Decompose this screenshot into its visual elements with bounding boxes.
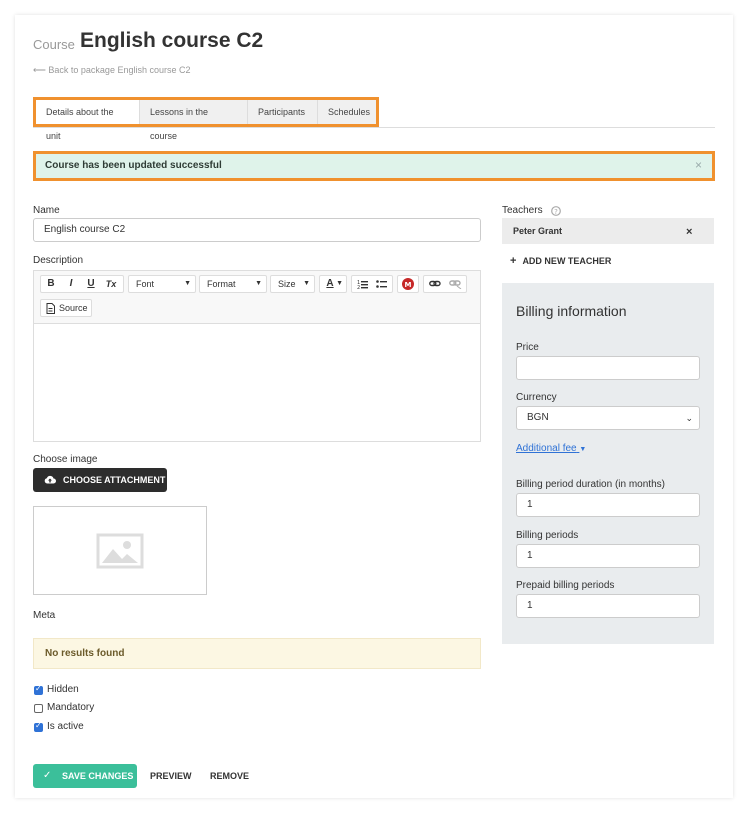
name-input[interactable]: English course C2 — [33, 218, 481, 242]
underline-button[interactable]: U — [84, 276, 98, 292]
svg-text:2: 2 — [357, 285, 360, 289]
numbered-list-icon[interactable]: 1 2 — [357, 279, 369, 289]
back-link[interactable]: ⟵ Back to package English course C2 — [33, 65, 190, 76]
tab-details[interactable]: Details about the unit — [36, 100, 140, 124]
remove-button[interactable]: REMOVE — [210, 771, 249, 781]
page-title: English course C2 — [80, 29, 263, 53]
chevron-down-icon: ▼ — [303, 276, 310, 292]
prepaid-periods-input[interactable]: 1 — [516, 594, 700, 618]
tab-schedules[interactable]: Schedules — [318, 100, 376, 124]
prepaid-periods-label: Prepaid billing periods — [516, 580, 614, 591]
tab-participants[interactable]: Participants — [248, 100, 318, 124]
image-placeholder-icon — [96, 533, 144, 569]
svg-text:M: M — [405, 281, 412, 289]
currency-select[interactable]: BGN ⌄ — [516, 406, 700, 430]
list-group: 1 2 — [351, 275, 393, 293]
choose-image-label: Choose image — [33, 454, 97, 465]
is-active-checkbox[interactable] — [34, 723, 43, 732]
format-dropdown[interactable]: Format ▼ — [199, 275, 267, 293]
caret-down-icon: ▼ — [579, 446, 586, 453]
check-icon: ✓ — [43, 764, 51, 788]
source-button-label: Source — [59, 303, 88, 313]
billing-duration-input[interactable]: 1 — [516, 493, 700, 517]
format-dropdown-label: Format — [207, 279, 236, 289]
plugin-button[interactable]: M — [397, 275, 419, 293]
meta-label: Meta — [33, 610, 55, 621]
add-new-teacher-label: ADD NEW TEACHER — [522, 256, 611, 266]
text-color-button[interactable]: A ▼ — [319, 275, 347, 293]
page-title-prefix: Course — [33, 37, 75, 52]
tab-bar: Details about the unit Lessons in the co… — [36, 100, 376, 124]
billing-duration-label: Billing period duration (in months) — [516, 479, 665, 490]
save-changes-label: SAVE CHANGES — [62, 764, 133, 788]
mandatory-label: Mandatory — [47, 702, 94, 713]
additional-fee-toggle[interactable]: Additional fee ▼ — [516, 443, 586, 454]
size-dropdown-label: Size — [278, 279, 296, 289]
teacher-name: Peter Grant — [513, 226, 562, 236]
font-dropdown-label: Font — [136, 279, 154, 289]
plugin-logo-icon: M — [402, 278, 414, 290]
text-color-icon: A — [323, 276, 337, 292]
source-button[interactable]: Source — [40, 299, 92, 317]
currency-label: Currency — [516, 392, 557, 403]
price-input[interactable] — [516, 356, 700, 380]
chevron-down-icon: ▼ — [336, 276, 343, 292]
description-label: Description — [33, 255, 83, 266]
remove-teacher-icon[interactable]: × — [686, 226, 692, 238]
chevron-down-icon: ⌄ — [685, 407, 693, 429]
additional-fee-label: Additional fee — [516, 443, 577, 454]
unlink-icon[interactable] — [449, 280, 462, 289]
italic-button[interactable]: I — [64, 276, 78, 292]
teachers-label: Teachers — [502, 205, 543, 216]
meta-empty-message: No results found — [45, 648, 124, 659]
save-changes-button[interactable]: ✓ SAVE CHANGES — [33, 764, 137, 788]
editor-toolbar: B I U Tx Font ▼ Format ▼ Size ▼ A ▼ 1 2 — [34, 271, 480, 324]
font-dropdown[interactable]: Font ▼ — [128, 275, 196, 293]
bold-button[interactable]: B — [44, 276, 58, 292]
basic-styles-group: B I U Tx — [40, 275, 124, 293]
chevron-down-icon: ▼ — [184, 276, 191, 292]
billing-periods-label: Billing periods — [516, 530, 578, 541]
currency-value: BGN — [527, 412, 549, 423]
preview-button[interactable]: PREVIEW — [150, 771, 192, 781]
price-label: Price — [516, 342, 539, 353]
billing-periods-input[interactable]: 1 — [516, 544, 700, 568]
name-label: Name — [33, 205, 60, 216]
link-icon[interactable] — [429, 280, 441, 288]
image-preview — [33, 506, 207, 595]
bullet-list-icon[interactable] — [376, 279, 388, 289]
alert-close-icon[interactable]: × — [695, 158, 702, 172]
help-icon[interactable]: ? — [551, 206, 561, 216]
choose-attachment-button[interactable]: CHOOSE ATTACHMENT — [33, 468, 167, 492]
plus-icon: + — [510, 255, 516, 267]
add-new-teacher-button[interactable]: + ADD NEW TEACHER — [510, 255, 611, 267]
cloud-upload-icon — [44, 475, 56, 484]
clear-format-button[interactable]: Tx — [104, 276, 118, 292]
chevron-down-icon: ▼ — [255, 276, 262, 292]
course-card: Course English course C2 ⟵ Back to packa… — [15, 15, 733, 798]
tab-divider — [33, 127, 715, 128]
size-dropdown[interactable]: Size ▼ — [270, 275, 315, 293]
alert-message: Course has been updated successful — [45, 160, 222, 171]
choose-attachment-label: CHOOSE ATTACHMENT — [63, 468, 165, 492]
is-active-label: Is active — [47, 721, 84, 732]
mandatory-checkbox[interactable] — [34, 704, 43, 713]
tab-lessons[interactable]: Lessons in the course — [140, 100, 248, 124]
hidden-checkbox[interactable] — [34, 686, 43, 695]
hidden-label: Hidden — [47, 684, 79, 695]
svg-text:?: ? — [554, 208, 558, 216]
billing-title: Billing information — [516, 303, 627, 319]
link-group — [423, 275, 467, 293]
document-icon — [46, 303, 55, 314]
